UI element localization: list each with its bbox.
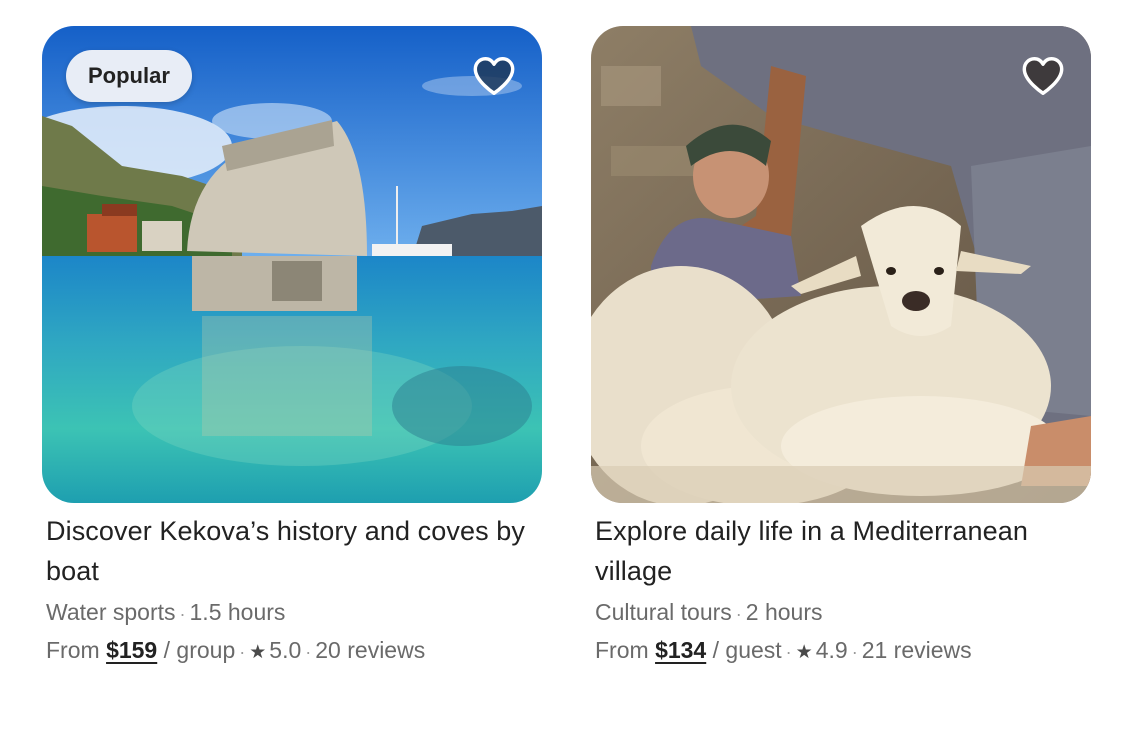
listing-category: Cultural tours [595, 599, 732, 625]
separator-dot: · [785, 642, 792, 662]
listing-meta: Water sports · 1.5 hours [46, 595, 538, 631]
separator-dot: · [851, 642, 858, 662]
price-rating-line: From $134 / guest · ★ 4.9 · 21 reviews [595, 631, 1087, 672]
from-label: From [46, 637, 100, 663]
price-link[interactable]: $159 [106, 637, 157, 663]
rating-value: 5.0 [269, 637, 302, 663]
heart-icon [1022, 57, 1064, 95]
listing-info: Explore daily life in a Mediterranean vi… [591, 503, 1091, 672]
price-unit: / group [163, 637, 236, 663]
separator-dot: · [735, 604, 742, 624]
separator-dot: · [179, 604, 186, 624]
popular-badge: Popular [66, 50, 192, 102]
separator-dot: · [239, 642, 246, 662]
from-label: From [595, 637, 649, 663]
favorite-button[interactable] [470, 52, 518, 100]
separator-dot: · [305, 642, 312, 662]
listing-info: Discover Kekova’s history and coves by b… [42, 503, 542, 672]
listing-category: Water sports [46, 599, 176, 625]
price-rating-line: From $159 / group · ★ 5.0 · 20 reviews [46, 631, 538, 672]
heart-icon [473, 57, 515, 95]
price-unit: / guest [712, 637, 782, 663]
listing-duration: 1.5 hours [189, 599, 286, 625]
favorite-button[interactable] [1019, 52, 1067, 100]
listing-photo[interactable] [591, 26, 1091, 503]
rating-value: 4.9 [815, 637, 848, 663]
star-icon: ★ [795, 642, 813, 663]
review-count: 20 reviews [315, 637, 426, 663]
listing-title[interactable]: Discover Kekova’s history and coves by b… [46, 511, 538, 591]
experience-card-village[interactable]: Explore daily life in a Mediterranean vi… [591, 26, 1091, 672]
listing-photo[interactable]: Popular [42, 26, 542, 503]
experience-card-kekova[interactable]: Popular Discover Kekova’s history and co… [42, 26, 542, 672]
listing-title[interactable]: Explore daily life in a Mediterranean vi… [595, 511, 1087, 591]
listing-duration: 2 hours [745, 599, 823, 625]
sheep-shearing-photo [591, 26, 1091, 503]
star-icon: ★ [249, 642, 267, 663]
experience-grid: Popular Discover Kekova’s history and co… [0, 0, 1126, 742]
listing-meta: Cultural tours · 2 hours [595, 595, 1087, 631]
price-link[interactable]: $134 [655, 637, 706, 663]
review-count: 21 reviews [861, 637, 972, 663]
